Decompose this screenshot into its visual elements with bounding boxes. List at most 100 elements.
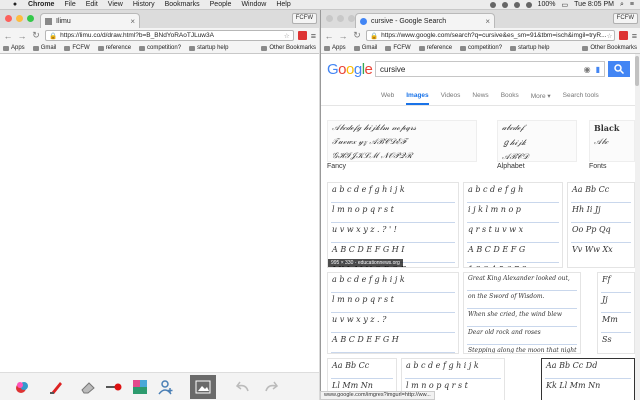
- bookmark-reference[interactable]: reference: [97, 45, 131, 51]
- menu-people[interactable]: People: [210, 1, 232, 8]
- tab-news[interactable]: News: [472, 92, 488, 99]
- extension-icon[interactable]: [618, 31, 628, 40]
- menu-list-icon[interactable]: ≡: [630, 1, 634, 8]
- scrollbar-thumb[interactable]: [635, 56, 639, 86]
- forward-icon[interactable]: →: [17, 31, 27, 41]
- battery-level[interactable]: 100%: [538, 1, 556, 8]
- bookmark-gmail[interactable]: Gmail: [32, 45, 56, 51]
- bookmark-startup-help[interactable]: startup help: [510, 45, 549, 51]
- minimize-window-button[interactable]: [16, 15, 23, 22]
- menu-file[interactable]: File: [64, 1, 75, 8]
- profile-button[interactable]: FCFW: [612, 13, 638, 24]
- bookmark-other[interactable]: Other Bookmarks: [261, 45, 316, 51]
- brush-icon[interactable]: [46, 377, 66, 397]
- eraser-icon[interactable]: [78, 377, 98, 397]
- image-result[interactable]: Aa Bb Cc Hh Ii Jj Oo Pp Qq Vv Ww Xx: [567, 182, 635, 268]
- address-bar[interactable]: 🔒 https://www.google.com/search?q=cursiv…: [366, 30, 615, 41]
- drawing-toolbar: [0, 372, 319, 400]
- zoom-window-button[interactable]: [27, 15, 34, 22]
- image-result[interactable]: Great King Alexander looked out, on the …: [463, 272, 581, 354]
- image-result[interactable]: Ff Jj Mm Ss: [597, 272, 635, 354]
- related-alphabet[interactable]: 𝒶𝒷𝒸𝒹ℯ𝒻 ℊ𝒽𝒾𝒿𝓀 𝒜ℬ𝒞𝒟 Alphabet: [497, 120, 577, 172]
- page-scrollbar[interactable]: [635, 54, 640, 400]
- line-tool-icon[interactable]: [104, 377, 124, 397]
- bookmark-label: FCFW: [393, 45, 411, 51]
- menu-history[interactable]: History: [133, 1, 155, 8]
- tab-google-search[interactable]: cursive - Google Search ×: [355, 13, 495, 28]
- image-result[interactable]: a b c d e f g h i j k l m n o p q r s t …: [463, 182, 563, 268]
- bookmark-apps[interactable]: Apps: [324, 45, 346, 51]
- menu-view[interactable]: View: [108, 1, 123, 8]
- close-tab-icon[interactable]: ×: [130, 17, 135, 26]
- profile-button[interactable]: FCFW: [291, 13, 317, 24]
- wifi-icon[interactable]: [513, 1, 520, 8]
- tab-ilimu[interactable]: Ilimu ×: [40, 13, 140, 28]
- bookmark-startup-help[interactable]: startup help: [189, 45, 228, 51]
- image-result[interactable]: a b c d e f g h i j k l m n o p q r s t …: [327, 182, 459, 268]
- related-fonts[interactable]: Black 𝒜𝒷𝒸 Fonts: [589, 120, 635, 172]
- fill-color-icon[interactable]: [130, 377, 150, 397]
- menu-help[interactable]: Help: [276, 1, 290, 8]
- bookmark-label: Gmail: [361, 45, 378, 51]
- add-user-icon[interactable]: [156, 377, 176, 397]
- bookmark-other[interactable]: Other Bookmarks: [582, 45, 637, 51]
- volume-icon[interactable]: [525, 1, 532, 8]
- folder-icon: [510, 45, 517, 51]
- bookmark-fcfw[interactable]: FCFW: [64, 45, 90, 51]
- related-fancy[interactable]: 𝒜𝒷𝒸𝒹ℯ𝒻ℊ 𝒽𝒾𝒿𝓀𝓁𝓂 𝓃ℴ𝓅𝓆𝓇𝓈 𝒯𝓊𝓋𝓌𝓍 𝓎𝓏 𝒜ℬ𝒞𝒟ℰℱ 𝒢ℋℐ𝒥…: [327, 120, 477, 172]
- close-window-button[interactable]: [5, 15, 12, 22]
- google-logo[interactable]: Google: [327, 61, 373, 78]
- zoom-window-button[interactable]: [348, 15, 355, 22]
- tab-more[interactable]: More ▾: [531, 92, 551, 100]
- back-icon[interactable]: ←: [3, 31, 13, 41]
- menu-chrome[interactable]: Chrome: [28, 1, 54, 8]
- image-result[interactable]: Aa Bb Cc Dd Kk Ll Mm Nn: [541, 358, 635, 400]
- microphone-icon[interactable]: ▮: [596, 65, 600, 74]
- close-window-button[interactable]: [326, 15, 333, 22]
- menu-edit[interactable]: Edit: [86, 1, 98, 8]
- search-input[interactable]: cursive ◉ ▮: [375, 61, 605, 77]
- status-icon[interactable]: [489, 1, 496, 8]
- right-bookmarks-bar: Apps Gmail FCFW reference competition? s…: [321, 43, 640, 54]
- image-result[interactable]: a b c d e f g h i j k l m n o p q r s t …: [327, 272, 459, 354]
- apple-icon[interactable]: ●: [10, 1, 20, 8]
- search-button[interactable]: [608, 61, 630, 77]
- bookmark-fcfw[interactable]: FCFW: [385, 45, 411, 51]
- dropbox-icon[interactable]: [501, 1, 508, 8]
- tab-web[interactable]: Web: [381, 92, 394, 99]
- close-tab-icon[interactable]: ×: [485, 17, 490, 26]
- tab-books[interactable]: Books: [501, 92, 519, 99]
- bookmark-competition[interactable]: competition?: [460, 45, 502, 51]
- address-bar[interactable]: 🔒 https://limu.co/d/draw.html?b=B_BNdYoR…: [45, 30, 294, 41]
- menu-bookmarks[interactable]: Bookmarks: [165, 1, 200, 8]
- chrome-menu-icon[interactable]: ≡: [632, 31, 637, 41]
- bookmark-competition[interactable]: competition?: [139, 45, 181, 51]
- camera-icon[interactable]: ◉: [584, 65, 591, 74]
- drawing-canvas[interactable]: [0, 54, 319, 374]
- forward-icon[interactable]: →: [338, 31, 348, 41]
- menu-window[interactable]: Window: [241, 1, 266, 8]
- left-browser-window: Ilimu × FCFW ← → ↻ 🔒 https://limu.co/d/d…: [0, 10, 319, 400]
- clock[interactable]: Tue 8:05 PM: [574, 1, 614, 8]
- bookmark-star-icon[interactable]: ☆: [284, 32, 290, 40]
- redo-icon[interactable]: [262, 377, 282, 397]
- bookmark-star-icon[interactable]: ☆: [607, 32, 613, 40]
- bookmark-apps[interactable]: Apps: [3, 45, 25, 51]
- reload-icon[interactable]: ↻: [352, 30, 362, 41]
- folder-icon: [189, 45, 196, 51]
- bookmark-gmail[interactable]: Gmail: [353, 45, 378, 51]
- extension-icon[interactable]: [297, 31, 307, 40]
- reload-icon[interactable]: ↻: [31, 30, 41, 41]
- chrome-menu-icon[interactable]: ≡: [311, 31, 316, 41]
- image-tool-icon[interactable]: [190, 375, 216, 399]
- battery-icon[interactable]: ▭: [562, 1, 569, 9]
- search-icon[interactable]: ⌕: [620, 1, 624, 9]
- color-palette-icon[interactable]: [12, 377, 32, 397]
- tab-videos[interactable]: Videos: [441, 92, 461, 99]
- back-icon[interactable]: ←: [324, 31, 334, 41]
- undo-icon[interactable]: [232, 377, 252, 397]
- bookmark-reference[interactable]: reference: [418, 45, 452, 51]
- minimize-window-button[interactable]: [337, 15, 344, 22]
- tab-images[interactable]: Images: [406, 92, 429, 105]
- tab-search-tools[interactable]: Search tools: [563, 92, 599, 99]
